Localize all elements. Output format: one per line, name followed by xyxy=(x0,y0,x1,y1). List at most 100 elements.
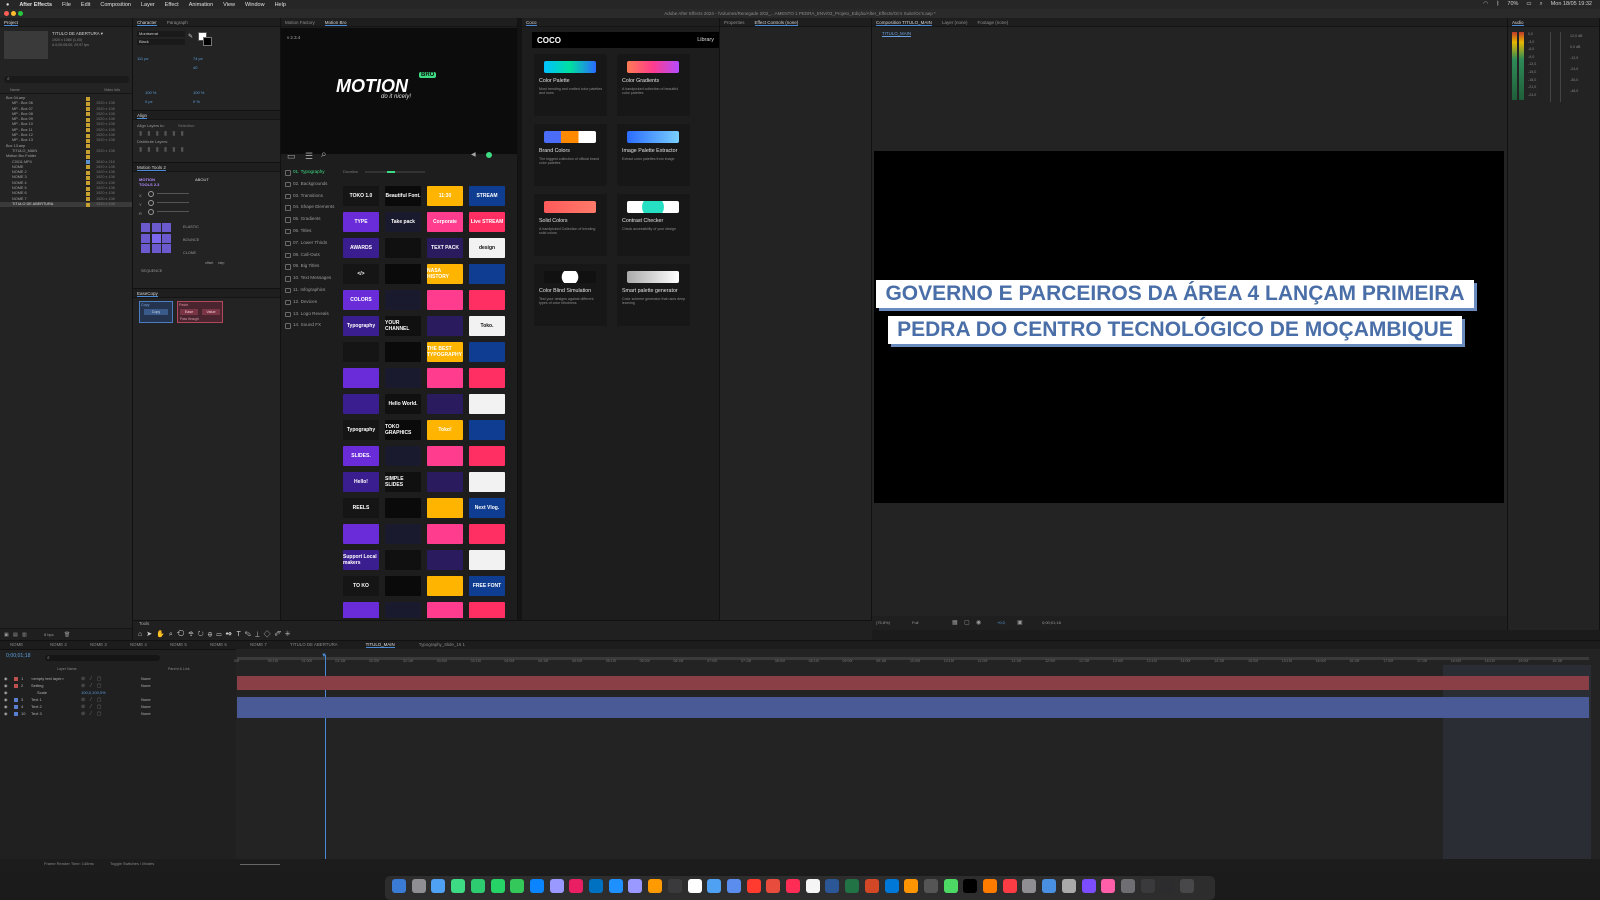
resolution-select[interactable]: Full xyxy=(912,616,918,630)
label-color-swatch[interactable] xyxy=(86,138,90,143)
column-video-info[interactable]: Video Info xyxy=(104,88,120,92)
interpret-footage-icon[interactable]: ▣ xyxy=(4,632,9,638)
category-item[interactable]: 09. Big Titles xyxy=(281,260,341,272)
tab-effect-controls[interactable]: Effect Controls (none) xyxy=(754,18,799,26)
coco-card[interactable]: Brand Colors The biggest collection of of… xyxy=(534,124,607,186)
label-color-swatch[interactable] xyxy=(86,112,90,117)
align-buttons[interactable]: ▮▮▮▮▮▮ xyxy=(139,130,189,137)
font-family-select[interactable]: Montserrat xyxy=(137,31,185,37)
category-item[interactable]: 04. Shape Elements xyxy=(281,201,341,213)
preset-thumbnail[interactable] xyxy=(469,524,505,544)
dock-app-icon[interactable] xyxy=(825,879,840,893)
search-icon[interactable]: ⌕ xyxy=(1540,1,1543,8)
preset-thumbnail[interactable] xyxy=(343,602,379,618)
category-item[interactable]: 14. Sound FX xyxy=(281,319,341,331)
coco-card[interactable]: Contrast Checker Check accessibility of y… xyxy=(617,194,690,256)
dock-app-icon[interactable] xyxy=(667,879,682,893)
duration-slider[interactable] xyxy=(365,171,425,173)
project-search-input[interactable]: ⌕ xyxy=(4,76,129,83)
category-item[interactable]: 13. Logo Reveals xyxy=(281,308,341,320)
dock-app-icon[interactable] xyxy=(904,879,919,893)
preset-thumbnail[interactable]: TYPE xyxy=(343,212,379,232)
label-color-swatch[interactable] xyxy=(86,202,90,207)
label-color-swatch[interactable] xyxy=(86,176,90,181)
label-color-swatch[interactable] xyxy=(86,123,90,128)
bounce-button[interactable]: BOUNCE xyxy=(183,238,199,242)
dock-app-icon[interactable] xyxy=(805,879,820,893)
menu-help[interactable]: Help xyxy=(275,2,286,8)
preset-thumbnail[interactable]: TOKO GRAPHICS xyxy=(385,420,421,440)
dock-app-icon[interactable] xyxy=(884,879,899,893)
label-color-swatch[interactable] xyxy=(86,181,90,186)
dock-app-icon[interactable] xyxy=(963,879,978,893)
menu-file[interactable]: File xyxy=(62,2,71,8)
tab-properties[interactable]: Properties xyxy=(724,18,745,26)
preset-thumbnail[interactable] xyxy=(385,446,421,466)
category-item[interactable]: 06. Titles xyxy=(281,225,341,237)
preset-thumbnail[interactable] xyxy=(469,264,505,284)
tab-motion-factory[interactable]: Motion Factory xyxy=(285,18,315,26)
battery-percent[interactable]: 70% xyxy=(1507,1,1518,8)
horizontal-scale-value[interactable]: 100 % xyxy=(193,90,204,95)
folder-icon[interactable]: ▭ xyxy=(287,151,296,162)
dock-app-icon[interactable] xyxy=(766,879,781,893)
preset-thumbnail[interactable] xyxy=(427,498,463,518)
dock-app-icon[interactable] xyxy=(628,879,643,893)
menu-window[interactable]: Window xyxy=(245,2,265,8)
category-item[interactable]: 08. Call-Outs xyxy=(281,249,341,261)
composition-breadcrumb[interactable]: TITULO_MAIN xyxy=(882,31,912,37)
dock-app-icon[interactable] xyxy=(1042,879,1057,893)
preset-thumbnail[interactable] xyxy=(469,394,505,414)
about-button[interactable]: ABOUT xyxy=(195,177,209,182)
preset-thumbnail[interactable] xyxy=(343,368,379,388)
tab-align[interactable]: Align xyxy=(137,111,148,119)
preset-thumbnail[interactable]: FREE FONT xyxy=(469,576,505,596)
preset-thumbnail[interactable] xyxy=(427,524,463,544)
shape-tool-icon[interactable]: ▭ xyxy=(216,631,225,638)
preset-thumbnail[interactable]: YOUR CHANNEL xyxy=(385,316,421,336)
preset-thumbnail[interactable] xyxy=(469,290,505,310)
preset-thumbnail[interactable]: Typography xyxy=(343,316,379,336)
dock-app-icon[interactable] xyxy=(726,879,741,893)
battery-icon[interactable]: ▭ xyxy=(1526,1,1531,8)
preset-thumbnail[interactable] xyxy=(427,368,463,388)
r-slider[interactable] xyxy=(157,211,189,212)
dock-app-icon[interactable] xyxy=(569,879,584,893)
close-window-icon[interactable] xyxy=(4,11,9,16)
preset-thumbnail[interactable]: Beautiful Font. xyxy=(385,186,421,206)
distribute-buttons[interactable]: ▮▮▮▮▮▮ xyxy=(139,146,189,153)
preset-thumbnail[interactable]: SLIDES. xyxy=(343,446,379,466)
preset-thumbnail[interactable]: Hello! xyxy=(343,472,379,492)
dock-app-icon[interactable] xyxy=(943,879,958,893)
preset-thumbnail[interactable] xyxy=(427,550,463,570)
baseline-shift-value[interactable]: 0 px xyxy=(145,99,153,104)
coco-card[interactable]: Solid Colors A handpicked Collection of t… xyxy=(534,194,607,256)
menu-edit[interactable]: Edit xyxy=(81,2,90,8)
audio-fader-track[interactable] xyxy=(1550,32,1551,102)
preset-thumbnail[interactable] xyxy=(469,602,505,618)
preset-thumbnail[interactable]: Toko. xyxy=(469,316,505,336)
preset-thumbnail[interactable]: Typography xyxy=(343,420,379,440)
copy-button[interactable]: Copy xyxy=(144,309,168,315)
preset-thumbnail[interactable] xyxy=(427,394,463,414)
preset-thumbnail[interactable] xyxy=(427,576,463,596)
label-color-swatch[interactable] xyxy=(86,154,90,159)
preset-thumbnail[interactable] xyxy=(469,420,505,440)
dock-app-icon[interactable] xyxy=(529,879,544,893)
audio-fader-track-2[interactable] xyxy=(1560,32,1561,102)
stroke-color-swatch[interactable] xyxy=(203,37,212,46)
y-dial-icon[interactable] xyxy=(148,200,154,206)
preset-thumbnail[interactable]: design xyxy=(469,238,505,258)
apple-icon[interactable]: ● xyxy=(6,2,9,8)
x-slider[interactable] xyxy=(157,193,189,194)
zoom-tool-icon[interactable]: ⌕ xyxy=(169,631,177,638)
preset-thumbnail[interactable] xyxy=(385,602,421,618)
zoom-slider[interactable] xyxy=(240,864,280,865)
preset-thumbnail[interactable]: THE BEST TYPOGRAPHY xyxy=(427,342,463,362)
preset-thumbnail[interactable]: STREAM xyxy=(469,186,505,206)
preset-thumbnail[interactable] xyxy=(385,342,421,362)
dock-app-icon[interactable] xyxy=(845,879,860,893)
tracking-value[interactable]: 40 xyxy=(193,65,197,70)
clone-button[interactable]: CLONE xyxy=(183,251,196,255)
preset-thumbnail[interactable]: Next Vlog. xyxy=(469,498,505,518)
